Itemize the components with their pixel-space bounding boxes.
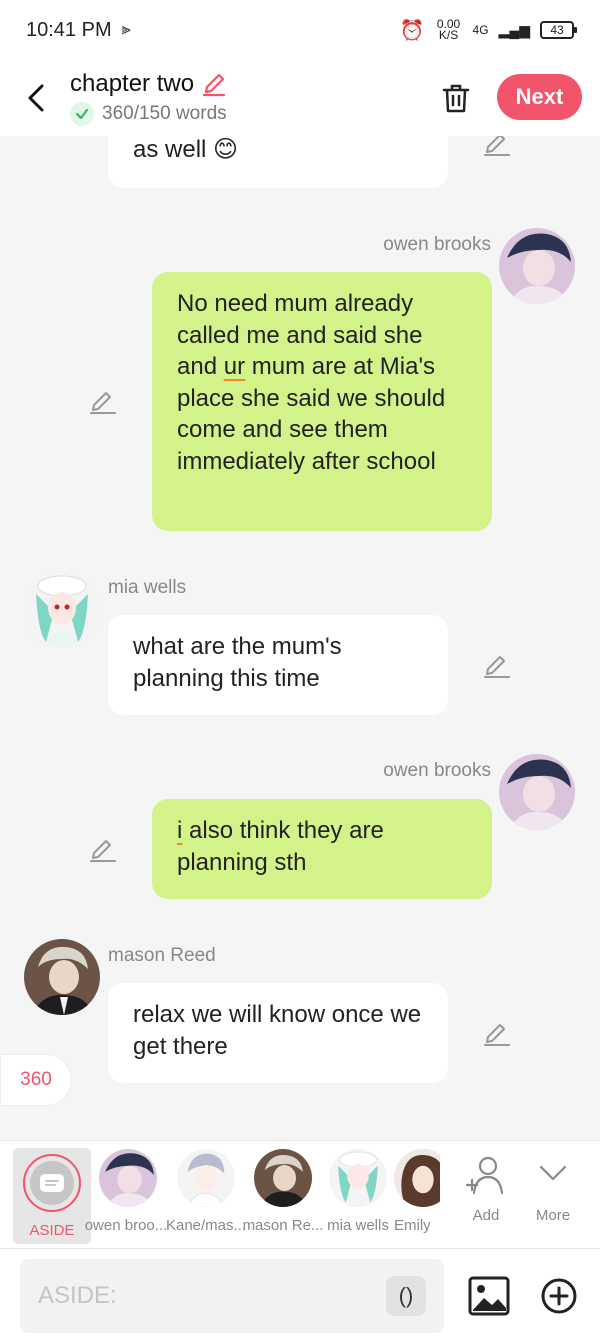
back-button[interactable] [8, 70, 64, 126]
delete-button[interactable] [436, 78, 476, 118]
avatar-mia-wells[interactable] [24, 572, 100, 648]
chevron-down-icon [539, 1165, 567, 1181]
avatar [177, 1149, 235, 1207]
chapter-title[interactable]: chapter two [70, 70, 194, 98]
speaker-name: mia wells [108, 577, 187, 598]
message-text: i also think they are planning sth [177, 817, 384, 876]
character-kane[interactable]: Kane/mas... [166, 1149, 246, 1234]
net-speed: 0.00 K/S [436, 17, 461, 42]
add-user-icon [465, 1156, 504, 1195]
speaker-name: owen brooks [383, 234, 491, 255]
avatar-owen-brooks[interactable] [499, 754, 575, 830]
avatar [394, 1149, 440, 1207]
word-count-badge[interactable]: 360 [0, 1054, 72, 1106]
message-text: what are the mum's planning this time [133, 633, 342, 692]
edit-icon[interactable] [482, 650, 512, 680]
add-label: Add [472, 1207, 500, 1224]
avatar [254, 1149, 312, 1207]
message-text: relax we will know once we get there [133, 1001, 422, 1060]
aside-avatar [23, 1154, 81, 1212]
status-time: 10:41 PM [26, 18, 112, 41]
character-emily[interactable]: Emily [394, 1149, 440, 1234]
edit-icon[interactable] [88, 386, 118, 416]
network-label: 4G [472, 23, 489, 37]
chevron-left-icon [28, 84, 44, 112]
speaker-name: mason Reed [108, 945, 216, 966]
avatar [329, 1149, 387, 1207]
aside-icon [40, 1174, 64, 1192]
input-placeholder: ASIDE: [38, 1282, 117, 1309]
speaker-name: owen brooks [383, 760, 491, 781]
trash-icon [442, 84, 470, 113]
add-circle-icon[interactable] [540, 1277, 578, 1315]
parentheses-button[interactable]: () [386, 1276, 426, 1316]
character-label: mia wells [327, 1217, 389, 1234]
character-label: Kane/mas... [165, 1217, 247, 1234]
message-text: No need mum already called me and said s… [177, 290, 446, 475]
message-text: as well 😊 [133, 136, 239, 163]
avatar-owen-brooks[interactable] [499, 228, 575, 304]
battery-level: 43 [550, 23, 564, 37]
app-header: chapter two 360/150 words Next [0, 60, 600, 136]
character-aside[interactable]: ASIDE [13, 1148, 91, 1244]
signal-icon: ▂▄▆ [498, 21, 530, 38]
character-label: owen broo... [84, 1217, 168, 1234]
title-block: chapter two 360/150 words [70, 70, 228, 126]
input-bar: ASIDE: () [0, 1248, 600, 1343]
message-bubble[interactable]: relax we will know once we get there [108, 983, 448, 1083]
image-icon[interactable] [468, 1276, 510, 1316]
edit-icon[interactable] [482, 1018, 512, 1048]
chat-area[interactable]: as well 😊 owen brooks No need mum alread… [0, 136, 600, 1140]
word-count: 360/150 words [102, 103, 227, 124]
next-button[interactable]: Next [497, 74, 582, 120]
add-character-button[interactable]: Add [456, 1155, 516, 1224]
character-mia-wells[interactable]: mia wells [325, 1149, 391, 1234]
more-label: More [535, 1207, 571, 1224]
edit-icon[interactable] [88, 834, 118, 864]
avatar-mason-reed[interactable] [24, 939, 100, 1015]
character-label: ASIDE [29, 1222, 75, 1239]
alarm-icon: ⏰ [399, 19, 425, 42]
character-label: Emily [394, 1217, 431, 1234]
message-bubble[interactable]: i also think they are planning sth [152, 799, 492, 899]
message-input[interactable]: ASIDE: () [20, 1259, 444, 1333]
character-label: mason Re... [242, 1217, 324, 1234]
character-bar: ASIDE owen broo... Kane/mas... mason Re.… [0, 1140, 600, 1248]
character-mason-reed[interactable]: mason Re... [243, 1149, 323, 1234]
character-owen-brooks[interactable]: owen broo... [85, 1149, 167, 1234]
edit-title-icon[interactable] [200, 70, 228, 98]
edit-icon[interactable] [482, 136, 512, 158]
check-icon [70, 102, 94, 126]
media-icon: ⫸ [121, 21, 131, 38]
battery-icon: 43 [540, 21, 577, 39]
status-bar: 10:41 PM ⫸ ⏰ 0.00 K/S 4G ▂▄▆ 43 [0, 0, 600, 60]
message-bubble[interactable]: No need mum already called me and said s… [152, 272, 492, 531]
avatar [99, 1149, 157, 1207]
message-bubble[interactable]: as well 😊 [108, 136, 448, 188]
message-bubble[interactable]: what are the mum's planning this time [108, 615, 448, 715]
more-button[interactable]: More [523, 1155, 583, 1224]
